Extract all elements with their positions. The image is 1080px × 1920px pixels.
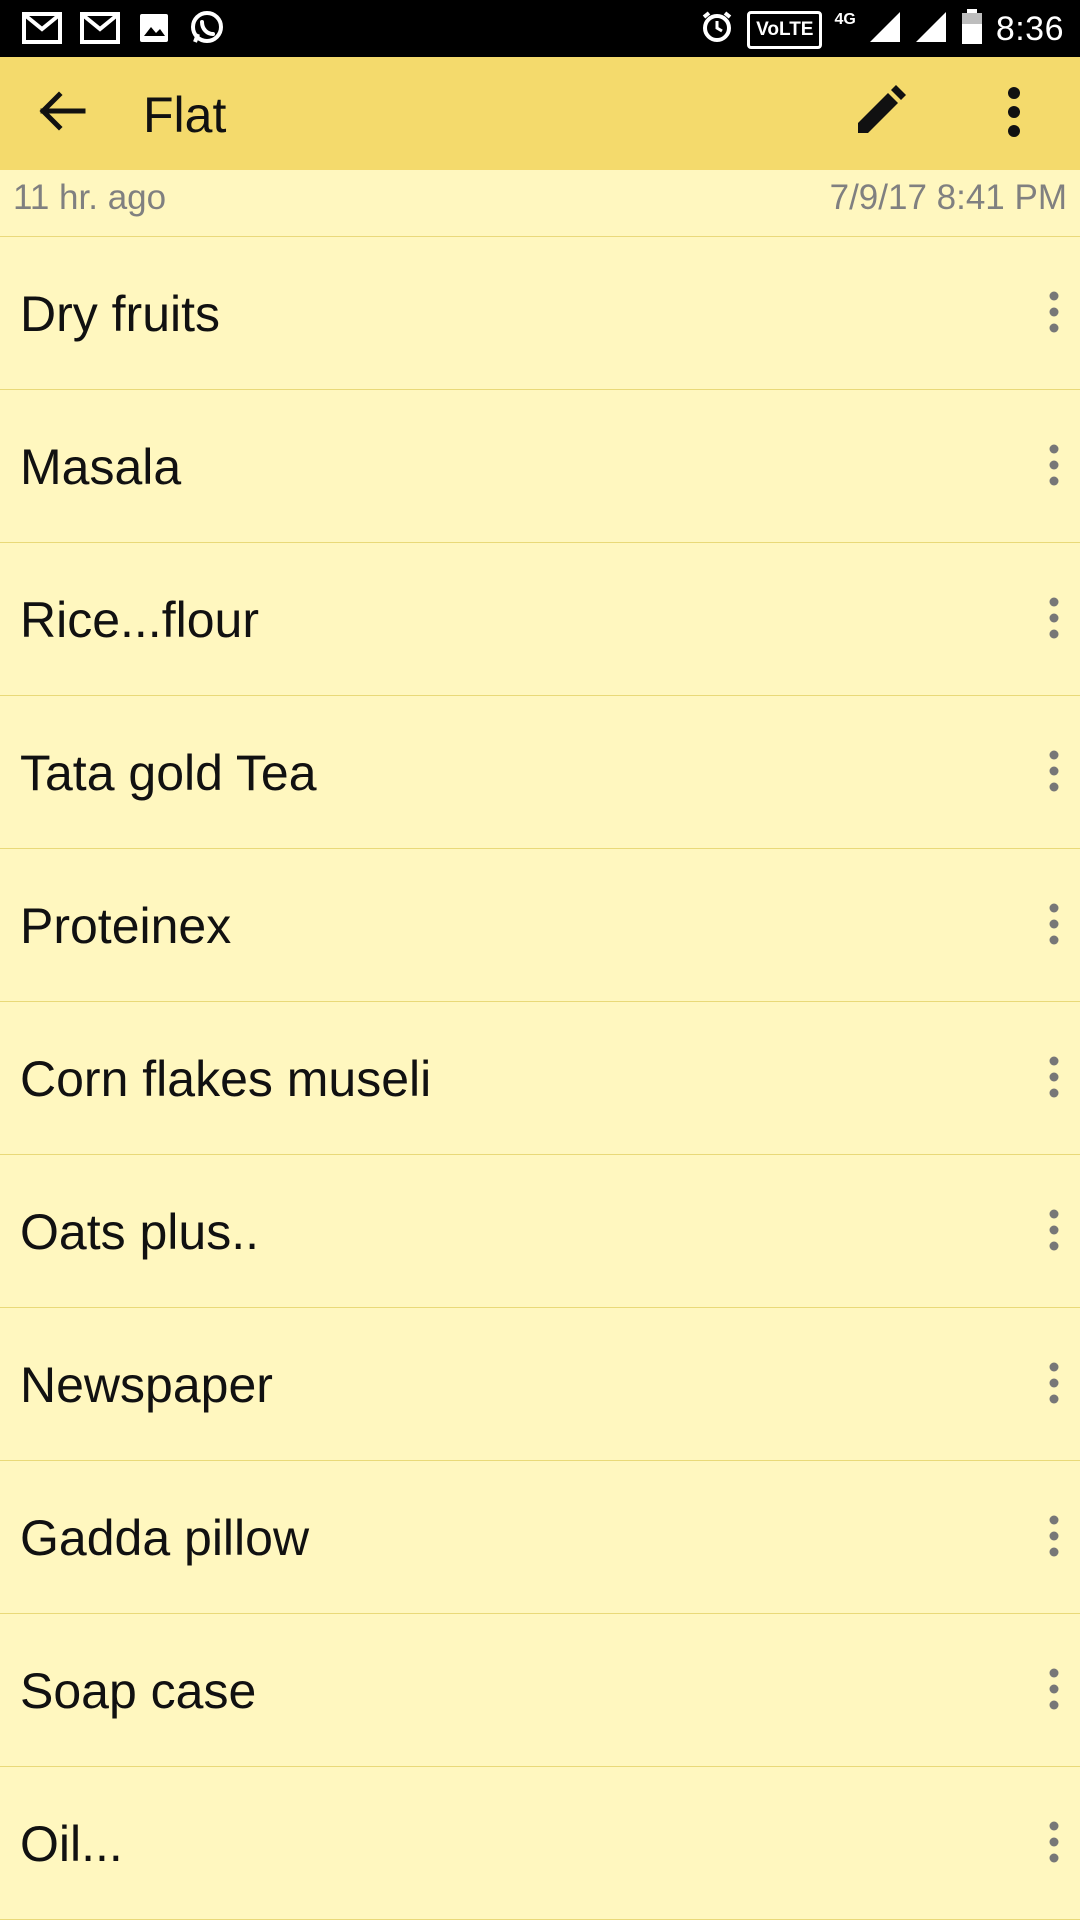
list-item[interactable]: Dry fruits [0, 237, 1080, 390]
notification-icons [22, 9, 226, 52]
list-item[interactable]: Masala [0, 390, 1080, 543]
list-item[interactable]: Newspaper [0, 1308, 1080, 1461]
status-bar: VoLTE 4G 8:36 [0, 0, 1080, 57]
list-item-label: Gadda pillow [20, 1510, 310, 1566]
list-item-label: Masala [20, 439, 182, 495]
pencil-icon [850, 83, 908, 146]
item-more-icon[interactable] [1038, 1819, 1070, 1865]
item-more-icon[interactable] [1038, 1666, 1070, 1712]
volte-icon: VoLTE [747, 10, 823, 49]
system-status-icons: VoLTE 4G 8:36 [699, 8, 1064, 51]
gmail-icon [22, 11, 62, 50]
clock: 8:36 [995, 10, 1064, 48]
item-more-icon[interactable] [1038, 1360, 1070, 1406]
page-title: Flat [143, 87, 227, 143]
list-item[interactable]: Rice...flour [0, 543, 1080, 696]
list-item-label: Oats plus.. [20, 1204, 259, 1260]
item-more-icon[interactable] [1038, 442, 1070, 488]
list-item-label: Tata gold Tea [20, 745, 317, 801]
list-item-label: Dry fruits [20, 286, 220, 342]
list-item[interactable]: Tata gold Tea [0, 696, 1080, 849]
arrow-back-icon [35, 85, 87, 142]
relative-time: 11 hr. ago [13, 178, 167, 217]
edit-button[interactable] [846, 81, 912, 147]
list-item[interactable]: Oats plus.. [0, 1155, 1080, 1308]
gmail-icon [80, 11, 120, 50]
more-options-button[interactable] [984, 81, 1044, 147]
list-item[interactable]: Oil... [0, 1767, 1080, 1920]
battery-icon [960, 8, 984, 51]
list-item-label: Soap case [20, 1663, 257, 1719]
item-more-icon[interactable] [1038, 1207, 1070, 1253]
item-more-icon[interactable] [1038, 1054, 1070, 1100]
more-vert-icon [1005, 85, 1023, 144]
image-icon [138, 12, 170, 49]
alarm-icon [699, 9, 735, 50]
back-button[interactable] [30, 82, 92, 144]
list-item-label: Corn flakes museli [20, 1051, 432, 1107]
signal-icon [868, 10, 902, 49]
app-bar: Flat [0, 57, 1080, 170]
list-item-label: Oil... [20, 1816, 123, 1872]
list-item[interactable]: Corn flakes museli [0, 1002, 1080, 1155]
note-meta-row: 11 hr. ago 7/9/17 8:41 PM [0, 170, 1080, 237]
list-item-label: Newspaper [20, 1357, 273, 1413]
note-date-time: 7/9/17 8:41 PM [829, 178, 1067, 217]
signal-icon [914, 10, 948, 49]
network-type-label: 4G [834, 10, 856, 28]
list-item-label: Proteinex [20, 898, 232, 954]
item-more-icon[interactable] [1038, 748, 1070, 794]
list-item-label: Rice...flour [20, 592, 259, 648]
item-more-icon[interactable] [1038, 595, 1070, 641]
checklist: Dry fruits Masala Rice...flour Tata gold… [0, 237, 1080, 1920]
whatsapp-icon [188, 9, 226, 52]
list-item[interactable]: Soap case [0, 1614, 1080, 1767]
item-more-icon[interactable] [1038, 1513, 1070, 1559]
list-item[interactable]: Gadda pillow [0, 1461, 1080, 1614]
item-more-icon[interactable] [1038, 901, 1070, 947]
item-more-icon[interactable] [1038, 289, 1070, 335]
list-item[interactable]: Proteinex [0, 849, 1080, 1002]
